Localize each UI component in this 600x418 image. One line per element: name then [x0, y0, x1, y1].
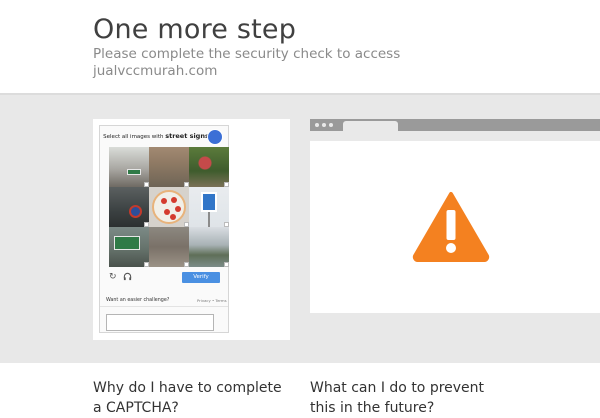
browser-illustration [310, 119, 600, 313]
info-sign-icon [201, 192, 217, 212]
privacy-terms-links[interactable]: Privacy • Terms [197, 298, 227, 303]
captcha-tile[interactable] [109, 187, 149, 227]
captcha-tile[interactable] [189, 187, 229, 227]
captcha-tile[interactable] [189, 227, 229, 267]
browser-titlebar [310, 119, 600, 131]
pizza-image [152, 190, 186, 224]
tile-checkbox[interactable] [224, 262, 229, 267]
street-sign-icon [114, 236, 140, 250]
street-sign-icon [127, 169, 141, 175]
reload-icon[interactable]: ↻ [109, 272, 117, 282]
verify-button[interactable]: Verify [182, 272, 220, 283]
captcha-tile[interactable] [149, 187, 189, 227]
faq-heading-prevent: What can I do to prevent this in the fut… [310, 380, 485, 416]
road-sign-icon [129, 205, 142, 218]
captcha-prompt: Select all images with street signs [100, 132, 212, 140]
captcha-card: Select all images with street signs ↻ Ve… [93, 119, 290, 340]
page-subtitle: Please complete the security check to ac… [93, 46, 401, 79]
captcha-tile[interactable] [149, 147, 189, 187]
easier-challenge-link[interactable]: Want an easier challenge? [106, 298, 169, 303]
captcha-image-grid [109, 147, 229, 267]
captcha-toolbar: ↻ Verify [109, 272, 229, 286]
page-footer: Why do I have to complete a CAPTCHA? Wha… [0, 363, 600, 416]
captcha-widget: Select all images with street signs ↻ Ve… [99, 125, 229, 333]
page-title: One more step [93, 14, 297, 45]
captcha-tile[interactable] [189, 147, 229, 187]
captcha-prompt-target: street signs [165, 132, 209, 140]
captcha-response-field[interactable] [106, 314, 214, 331]
divider [100, 306, 228, 307]
captcha-tile[interactable] [109, 147, 149, 187]
browser-toolbar [310, 131, 600, 141]
captcha-prompt-prefix: Select all images with [103, 134, 164, 140]
captcha-tile[interactable] [109, 227, 149, 267]
page-header: One more step Please complete the securi… [0, 0, 600, 93]
captcha-logo-icon [207, 129, 223, 145]
headphones-icon[interactable] [123, 272, 132, 284]
faq-heading-why: Why do I have to complete a CAPTCHA? [93, 380, 282, 416]
browser-tab [343, 121, 398, 131]
captcha-tile[interactable] [149, 227, 189, 267]
warning-icon [412, 192, 490, 262]
